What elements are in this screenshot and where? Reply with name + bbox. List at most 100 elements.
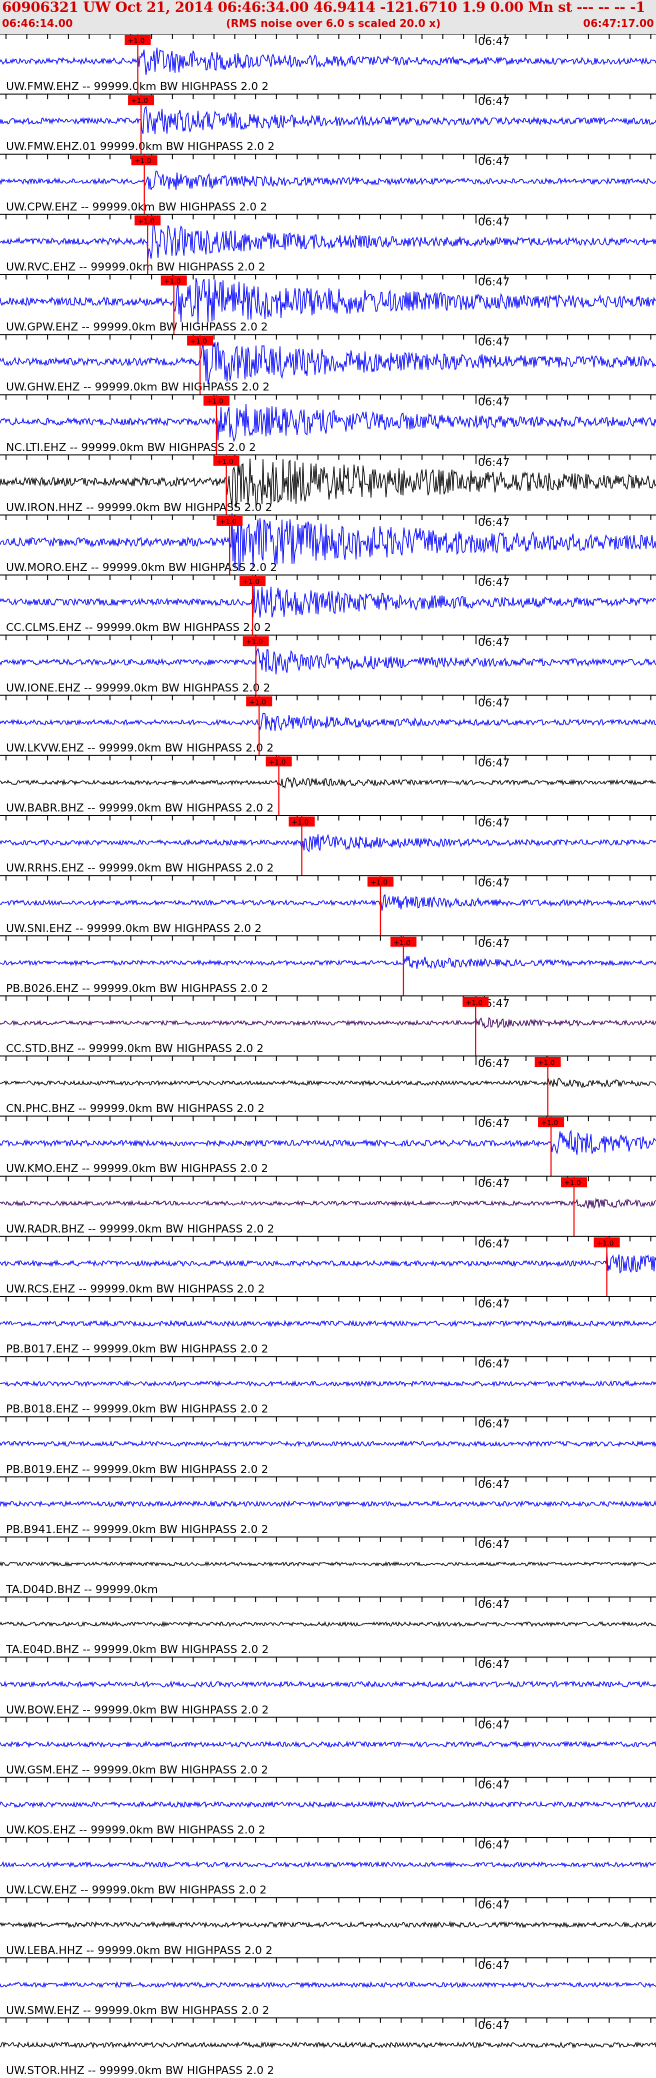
minute-label: 06:47 [478,1718,510,1731]
pick-label: +1.0 [164,277,181,285]
trace-row: 06:47 PB.B017.EHZ -- 99999.0km BW HIGHPAS… [0,1295,656,1356]
minute-label: 06:47 [478,817,510,830]
trace-row: 06:47 UW.IONE.EHZ -- 99999.0km BW HIGHPAS… [0,634,656,696]
station-label: UW.CPW.EHZ -- 99999.0km BW HIGHPASS 2.0 … [6,200,267,213]
station-label: UW.GSM.EHZ -- 99999.0km BW HIGHPASS 2.0 … [6,1763,268,1776]
waveform [0,647,656,675]
pick-label: +1.0 [128,37,145,45]
pick-label: +1.0 [216,458,233,466]
trace-row: 06:47 UW.GPW.EHZ -- 99999.0km BW HIGHPASS… [0,273,656,335]
minute-label: 06:47 [478,516,510,529]
pick-label: +1.0 [131,97,148,105]
trace-row: 06:47 UW.GSM.EHZ -- 99999.0km BW HIGHPASS… [0,1716,656,1776]
trace-row: 06:47UW.FMW.EHZ -- 99999.0km BW HIGHPASS… [0,34,656,95]
seismogram-panel: 06:47UW.FMW.EHZ -- 99999.0km BW HIGHPASS… [0,34,656,2077]
pick-label: +1.0 [292,819,309,827]
waveform [0,584,656,618]
trace-row: 06:47CC.STD.BHZ -- 99999.0km BW HIGHPASS… [0,995,656,1056]
waveform [0,47,656,75]
waveform [0,833,656,853]
pick-label: +1.0 [564,1179,581,1187]
waveform [0,1920,656,1929]
station-label: CC.CLMS.EHZ -- 99999.0km BW HIGHPASS 2.0… [6,621,271,634]
station-label: NC.LTI.EHZ -- 99999.0km BW HIGHPASS 2.0 … [6,441,256,454]
trace-row: 06:47 UW.RRHS.EHZ -- 99999.0km BW HIGHPAS… [0,815,656,876]
minute-label: 06:47 [478,1237,510,1250]
waveform [0,1680,656,1689]
waveform [0,1077,656,1089]
waveform [0,776,656,789]
start-time: 06:46:14.00 [2,18,73,30]
waveform [0,1740,656,1749]
waveform [0,2041,656,2049]
waveform [0,1561,656,1567]
pick-label: +1.0 [538,1059,555,1067]
station-label: CC.STD.BHZ -- 99999.0km BW HIGHPASS 2.0 … [6,1042,264,1055]
minute-label: 06:47 [478,1057,510,1070]
pick-label: +1.0 [220,518,237,526]
minute-label: 06:47 [478,155,510,168]
waveform [0,1016,656,1029]
station-label: UW.LEBA.HHZ -- 99999.0km BW HIGHPASS 2.0… [6,1944,272,1957]
station-label: PB.B941.EHZ -- 99999.0km BW HIGHPASS 2.0… [6,1523,268,1536]
minute-label: 06:47 [478,1358,510,1371]
pick-label: +1.0 [269,758,286,766]
minute-label: 06:47 [478,1478,510,1491]
station-label: TA.D04D.BHZ -- 99999.0km [5,1583,158,1596]
minute-label: 06:47 [478,696,510,709]
trace-row: 06:47 CN.PHC.BHZ -- 99999.0km BW HIGHPASS… [0,1055,656,1117]
event-title: 60906321 UW Oct 21, 2014 06:46:34.00 46.… [2,0,646,16]
waveform [0,170,656,191]
trace-row: 06:47 UW.LCW.EHZ -- 99999.0km BW HIGHPASS… [0,1837,656,1897]
trace-row: 06:47 UW.RADR.BHZ -- 99999.0km BW HIGHPAS… [0,1175,656,1237]
minute-label: 06:47 [478,1297,510,1310]
station-label: PB.B026.EHZ -- 99999.0km BW HIGHPASS 2.0… [6,982,268,995]
station-label: TA.E04D.BHZ -- 99999.0km BW HIGHPASS 2.0… [5,1643,269,1656]
trace-row: 06:47 UW.MORO.EHZ -- 99999.0km BW HIGHPAS… [0,513,656,576]
waveform [0,1440,656,1448]
minute-label: 06:47 [478,1418,510,1431]
pick-label: +1.0 [466,999,483,1007]
pick-label: +1.0 [393,939,410,947]
waveform [0,278,656,325]
waveform [0,1860,656,1869]
station-label: UW.IRON.HHZ -- 99999.0km BW HIGHPASS 2.0… [6,501,272,514]
trace-row: 06:47 UW.CPW.EHZ -- 99999.0km BW HIGHPASS… [0,153,656,215]
station-label: PB.B017.EHZ -- 99999.0km BW HIGHPASS 2.0… [6,1343,268,1356]
waveform [0,1379,656,1388]
minute-label: 06:47 [478,1839,510,1852]
station-label: UW.KMO.EHZ -- 99999.0km BW HIGHPASS 2.0 … [6,1162,268,1175]
trace-row: 06:47 UW.LEBA.HHZ -- 99999.0km BW HIGHPAS… [0,1897,656,1957]
waveform [0,403,656,443]
waveform [0,1129,656,1155]
waveform [0,955,656,970]
minute-label: 06:47 [478,275,510,288]
pick-label: +1.0 [597,1239,614,1247]
pick-label: +1.0 [206,398,223,406]
station-label: UW.RVC.EHZ -- 99999.0km BW HIGHPASS 2.0 … [6,260,265,273]
minute-label: 06:47 [478,1538,510,1551]
station-label: UW.RADR.BHZ -- 99999.0km BW HIGHPASS 2.0… [6,1222,274,1235]
waveform [0,1252,656,1274]
waveform [0,105,656,135]
trace-row: 06:47 CC.CLMS.EHZ -- 99999.0km BW HIGHPAS… [0,574,656,636]
minute-label: 06:47 [478,1598,510,1611]
waveform [0,1499,656,1508]
minute-label: 06:47 [478,35,510,48]
trace-row: 06:47 UW.BABR.BHZ -- 99999.0km BW HIGHPAS… [0,754,656,816]
minute-label: 06:47 [478,456,510,469]
station-label: UW.STOR.HHZ -- 99999.0km BW HIGHPASS 2.0… [6,2064,274,2077]
minute-label: 06:47 [478,937,510,950]
station-label: UW.SNI.EHZ -- 99999.0km BW HIGHPASS 2.0 … [6,922,262,935]
trace-row: 06:47 UW.BOW.EHZ -- 99999.0km BW HIGHPASS… [0,1656,656,1716]
event-header: 60906321 UW Oct 21, 2014 06:46:34.00 46.… [0,0,656,34]
trace-row: 06:47 UW.IRON.HHZ -- 99999.0km BW HIGHPAS… [0,454,656,515]
station-label: UW.BOW.EHZ -- 99999.0km BW HIGHPASS 2.0 … [6,1703,269,1716]
waveform [0,712,656,732]
minute-label: 06:47 [478,215,510,228]
station-label: UW.MORO.EHZ -- 99999.0km BW HIGHPASS 2.0… [6,561,277,574]
minute-label: 06:47 [478,1117,510,1130]
minute-label: 06:47 [478,636,510,649]
station-label: UW.FMW.EHZ.01 99999.0km BW HIGHPASS 2.0 … [6,140,275,153]
station-label: UW.KOS.EHZ -- 99999.0km BW HIGHPASS 2.0 … [6,1824,265,1837]
